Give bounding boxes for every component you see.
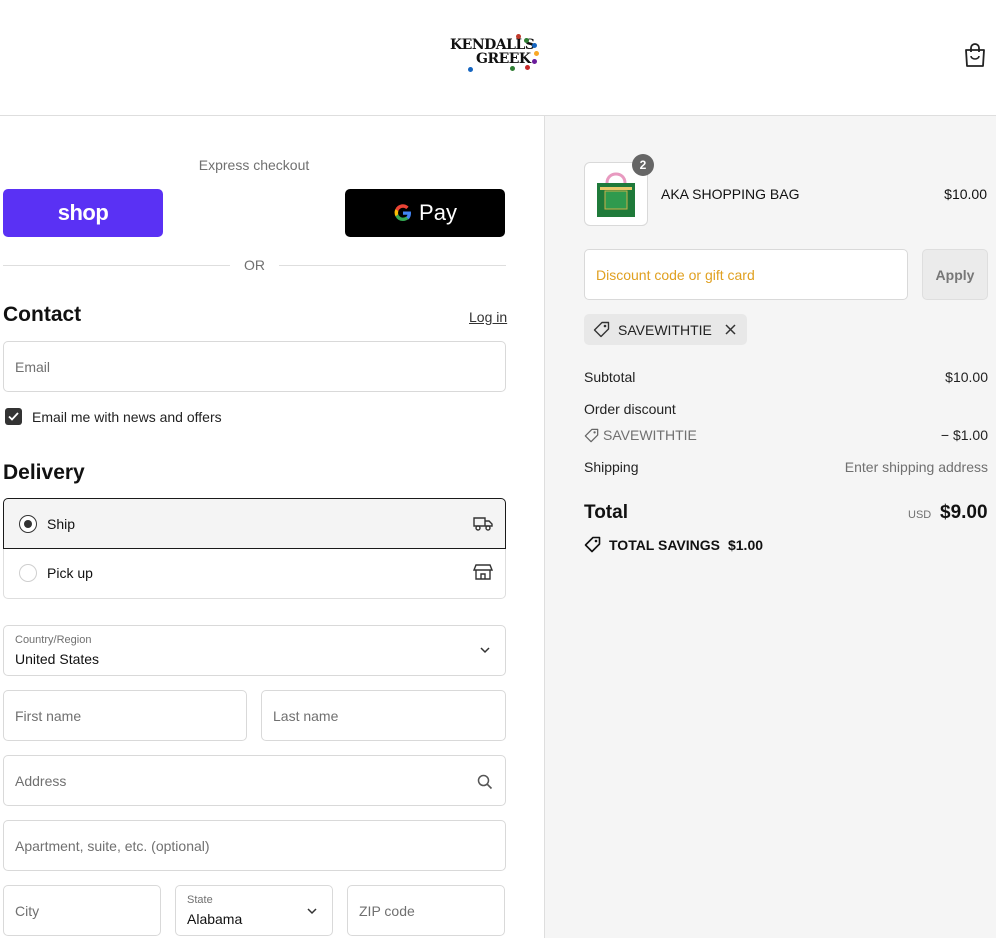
logo-bead [510,66,515,71]
first-name-placeholder: First name [15,708,82,724]
shop-pay-label: shop [57,200,109,225]
chevron-down-icon [307,908,317,915]
contact-heading: Contact [3,303,82,326]
tag-icon [593,321,610,338]
first-name-field[interactable]: First name [3,690,247,741]
search-icon [477,774,493,790]
item-name: AKA SHOPPING BAG [661,186,800,202]
newsletter-checkbox[interactable] [5,408,22,425]
country-value: United States [15,651,100,667]
checkmark-icon [8,412,19,421]
shipping-value: Enter shipping address [844,459,988,475]
delivery-heading: Delivery [3,461,85,484]
email-placeholder: Email [15,359,51,375]
apartment-placeholder: Apartment, suite, etc. (optional) [15,838,210,854]
delivery-method-group: Ship Pick up [3,498,506,599]
zip-placeholder: ZIP code [359,903,415,919]
subtotal-value: $10.00 [945,369,988,385]
address-placeholder: Address [15,773,67,789]
divider-line [279,265,506,266]
shipping-label: Shipping [584,459,639,475]
order-discount-label: Order discount [584,401,676,417]
google-pay-button[interactable]: Pay [345,189,505,237]
savings-label: TOTAL SAVINGS [609,536,720,553]
delivery-option-pickup[interactable]: Pick up [3,549,506,599]
order-discount-row: Order discount [584,401,988,417]
logo-bead [532,59,537,64]
discount-code-input[interactable]: Discount code or gift card [584,249,908,300]
pickup-radio[interactable] [19,564,37,582]
remove-code-icon[interactable] [724,323,737,336]
applied-code-chip: SAVEWITHTIE [584,314,747,345]
logo-line-2: GREEK [476,51,531,67]
currency-code: USD [908,509,932,521]
express-checkout-label: Express checkout [198,157,310,173]
logo-bead [524,38,529,43]
apartment-field[interactable]: Apartment, suite, etc. (optional) [3,820,506,871]
total-value: $9.00 [940,502,988,523]
truck-icon [473,517,493,531]
google-pay-label: Pay [419,200,457,225]
google-g-icon [394,204,412,222]
quantity-badge: 2 [632,154,654,176]
delivery-option-ship[interactable]: Ship [3,498,506,549]
state-select[interactable]: State Alabama [175,885,333,936]
ship-label: Ship [47,516,76,532]
email-field[interactable]: Email [3,341,506,392]
applied-code-text: SAVEWITHTIE [618,321,712,338]
shopping-bag-icon[interactable] [963,42,987,68]
order-summary: 2 AKA SHOPPING BAG $10.00 Discount code … [544,116,996,938]
state-label: State [187,894,213,906]
last-name-field[interactable]: Last name [261,690,506,741]
country-label: Country/Region [15,634,92,646]
tag-icon [584,536,601,553]
checkout-header: KENDALLS GREEK [0,0,996,116]
total-label: Total [584,502,628,523]
logo-bead [532,43,537,48]
city-placeholder: City [15,903,40,919]
item-price: $10.00 [944,186,987,202]
savings-value: $1.00 [727,536,764,553]
total-savings: TOTAL SAVINGS $1.00 [584,536,763,553]
chevron-down-icon [480,647,490,654]
store-icon [473,564,493,580]
discount-code-name: SAVEWITHTIE [603,427,697,443]
subtotal-label: Subtotal [584,369,636,385]
discount-placeholder: Discount code or gift card [596,267,755,283]
country-select[interactable]: Country/Region United States [3,625,506,676]
state-value: Alabama [187,911,243,927]
logo-line-1: KENDALLS [450,37,535,53]
log-in-link[interactable]: Log in [469,309,507,325]
shipping-row: Shipping Enter shipping address [584,459,988,475]
checkout-form: Express checkout shop Pay OR Contact Log… [0,116,544,938]
ship-radio[interactable] [19,515,37,533]
newsletter-label: Email me with news and offers [32,409,222,425]
tag-icon [584,428,599,443]
logo-bead [525,65,530,70]
last-name-placeholder: Last name [273,708,339,724]
shop-pay-button[interactable]: shop [3,189,163,237]
or-divider: OR [3,256,506,274]
logo-bead [516,34,521,39]
logo-bead [468,67,473,72]
apply-button[interactable]: Apply [922,249,988,300]
discount-amount: − $1.00 [940,427,988,443]
city-field[interactable]: City [3,885,161,936]
subtotal-row: Subtotal $10.00 [584,369,988,385]
store-logo[interactable]: KENDALLS GREEK [448,32,544,78]
logo-bead [534,51,539,56]
address-field[interactable]: Address [3,755,506,806]
pickup-label: Pick up [47,565,93,581]
zip-field[interactable]: ZIP code [347,885,505,936]
